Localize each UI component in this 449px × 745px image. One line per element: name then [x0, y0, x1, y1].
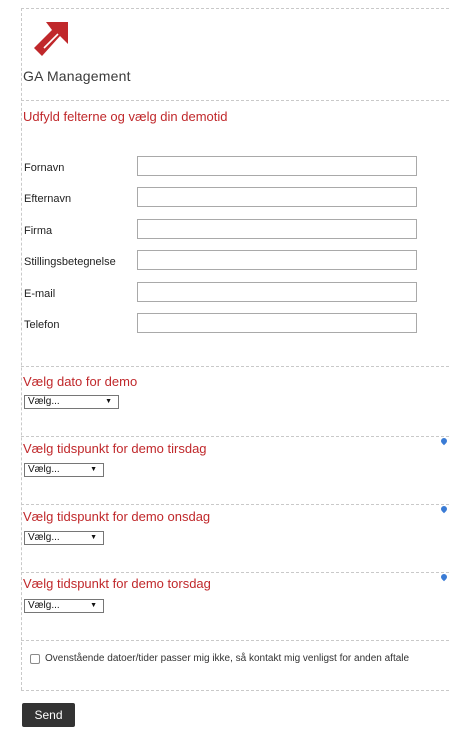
- company-label: Firma: [24, 225, 53, 237]
- wed-divider: [21, 504, 449, 505]
- company-field[interactable]: [137, 219, 417, 239]
- header-divider: [21, 8, 449, 9]
- date-title: Vælg dato for demo: [23, 374, 138, 389]
- tue-divider: [21, 436, 449, 437]
- first-name-field[interactable]: [137, 156, 417, 176]
- wednesday-title: Vælg tidspunkt for demo onsdag: [23, 509, 211, 524]
- tuesday-select-value: Vælg...: [28, 464, 60, 475]
- last-name-field[interactable]: [137, 187, 417, 207]
- tuesday-select[interactable]: Vælg... ▼: [24, 463, 104, 477]
- send-button[interactable]: Send: [22, 703, 75, 727]
- thu-divider: [21, 572, 449, 573]
- wednesday-select-value: Vælg...: [28, 532, 60, 543]
- alternative-time-label: Ovenstående datoer/tider passer mig ikke…: [45, 653, 410, 664]
- wednesday-select[interactable]: Vælg... ▼: [24, 531, 104, 545]
- date-select-value: Vælg...: [28, 396, 60, 407]
- thursday-title: Vælg tidspunkt for demo torsdag: [23, 576, 211, 591]
- tuesday-title: Vælg tidspunkt for demo tirsdag: [23, 441, 207, 456]
- chevron-down-icon: ▼: [105, 398, 112, 405]
- logo-icon: [34, 22, 68, 61]
- first-name-label: Fornavn: [24, 162, 65, 174]
- chevron-down-icon: ▼: [90, 466, 97, 473]
- phone-field[interactable]: [137, 313, 417, 333]
- job-title-label: Stillingsbetegnelse: [24, 256, 116, 268]
- thursday-select[interactable]: Vælg... ▼: [24, 599, 104, 613]
- last-name-label: Efternavn: [24, 193, 72, 205]
- chevron-down-icon: ▼: [90, 602, 97, 609]
- form-bottom-border: [21, 690, 449, 691]
- intro-title: Udfyld felterne og vælg din demotid: [23, 109, 228, 124]
- intro-divider: [21, 100, 449, 101]
- phone-label: Telefon: [24, 319, 60, 331]
- brand-name: GA Management: [23, 68, 131, 84]
- job-title-field[interactable]: [137, 250, 417, 270]
- email-label: E-mail: [24, 288, 56, 300]
- thursday-select-value: Vælg...: [28, 600, 60, 611]
- date-select[interactable]: Vælg... ▼: [24, 395, 119, 409]
- date-divider: [21, 366, 449, 367]
- alternative-time-checkbox[interactable]: [30, 654, 40, 664]
- checkbox-divider: [21, 640, 449, 641]
- chevron-down-icon: ▼: [90, 534, 97, 541]
- email-field[interactable]: [137, 282, 417, 302]
